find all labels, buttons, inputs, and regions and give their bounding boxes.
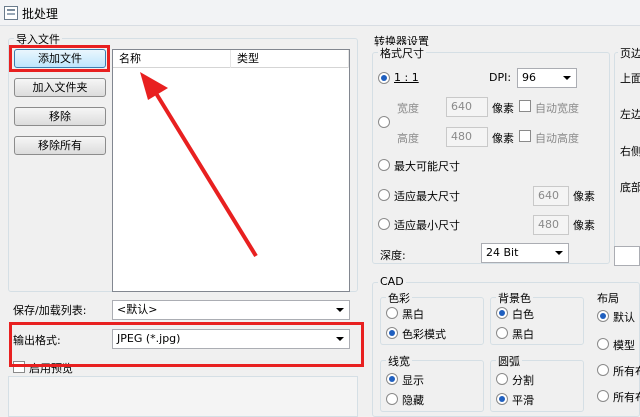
- bw-label: 黑白: [402, 308, 424, 321]
- highlight-add-file: [9, 45, 110, 72]
- width-input[interactable]: 640: [446, 97, 488, 117]
- preset-label: 保存/加载列表:: [13, 304, 87, 317]
- white-label: 白色: [512, 308, 534, 321]
- fit-min-input[interactable]: 480: [533, 215, 569, 235]
- app-icon: [4, 6, 18, 20]
- color-label: 色彩: [386, 290, 412, 306]
- width-unit: 像素: [492, 102, 514, 115]
- margin-right-label: 右侧: [620, 145, 640, 158]
- color-mode-radio[interactable]: [386, 327, 398, 339]
- layout-all2-label: 所有布: [613, 391, 640, 404]
- dpi-select[interactable]: 96: [517, 68, 577, 88]
- depth-select[interactable]: 24 Bit: [481, 243, 569, 263]
- preset-value: <默认>: [117, 303, 158, 316]
- dpi-label: DPI:: [489, 71, 512, 84]
- remove-all-button[interactable]: 移除所有: [14, 136, 106, 155]
- auto-height-checkbox[interactable]: [519, 130, 531, 142]
- margin-bottom-label: 底部: [620, 181, 640, 194]
- preset-select[interactable]: <默认>: [112, 300, 350, 320]
- auto-width-label: 自动宽度: [535, 102, 579, 115]
- fit-min-unit: 像素: [573, 219, 595, 232]
- show-radio[interactable]: [386, 373, 398, 385]
- margins-label: 页边: [618, 45, 640, 61]
- margin-left-label: 左边: [620, 108, 640, 121]
- height-label: 高度: [397, 132, 419, 145]
- layout-label: 布局: [597, 292, 619, 305]
- file-list-header: 名称 类型: [113, 50, 349, 68]
- linewidth-label: 线宽: [386, 353, 412, 369]
- ratio-label: 1 : 1: [394, 71, 419, 84]
- layout-default-label: 默认: [613, 311, 635, 324]
- hide-radio[interactable]: [386, 393, 398, 405]
- window-title: 批处理: [22, 7, 59, 21]
- smooth-radio[interactable]: [496, 393, 508, 405]
- chevron-down-icon: [555, 251, 563, 255]
- color-mode-label: 色彩模式: [402, 328, 446, 341]
- chevron-down-icon: [336, 308, 344, 312]
- black-radio[interactable]: [496, 327, 508, 339]
- segment-label: 分割: [512, 374, 534, 387]
- hide-label: 隐藏: [402, 394, 424, 407]
- layout-model-label: 模型: [613, 339, 635, 352]
- ratio-radio[interactable]: [378, 72, 390, 84]
- auto-height-label: 自动高度: [535, 132, 579, 145]
- fit-max-unit: 像素: [573, 190, 595, 203]
- width-label: 宽度: [397, 102, 419, 115]
- max-possible-radio[interactable]: [378, 159, 390, 171]
- fit-max-radio[interactable]: [378, 189, 390, 201]
- layout-all1-label: 所有布: [613, 365, 640, 378]
- annotation-arrow-icon: [140, 72, 258, 258]
- margin-input[interactable]: [614, 246, 640, 266]
- background-label: 背景色: [496, 290, 533, 306]
- black-label: 黑白: [512, 328, 534, 341]
- show-label: 显示: [402, 374, 424, 387]
- bw-radio[interactable]: [386, 307, 398, 319]
- custom-size-radio[interactable]: [378, 116, 390, 128]
- preview-area: [8, 376, 358, 417]
- fit-min-radio[interactable]: [378, 218, 390, 230]
- depth-label: 深度:: [380, 249, 406, 262]
- chevron-down-icon: [563, 76, 571, 80]
- layout-model-radio[interactable]: [597, 338, 609, 350]
- highlight-output-format: [9, 322, 364, 367]
- add-folder-button[interactable]: 加入文件夹: [14, 78, 106, 97]
- layout-all1-radio[interactable]: [597, 364, 609, 376]
- segment-radio[interactable]: [496, 373, 508, 385]
- column-name[interactable]: 名称: [113, 50, 231, 68]
- fit-max-label: 适应最大尺寸: [394, 190, 460, 203]
- fit-max-input[interactable]: 640: [533, 186, 569, 206]
- arc-label: 圆弧: [496, 353, 522, 369]
- title-bar: [0, 0, 640, 26]
- margin-top-label: 上面: [620, 72, 640, 85]
- smooth-label: 平滑: [512, 394, 534, 407]
- layout-all2-radio[interactable]: [597, 390, 609, 402]
- max-possible-label: 最大可能尺寸: [394, 160, 460, 173]
- height-input[interactable]: 480: [446, 127, 488, 147]
- dpi-value: 96: [522, 71, 536, 84]
- format-size-label: 格式尺寸: [378, 45, 426, 61]
- depth-value: 24 Bit: [486, 246, 519, 259]
- layout-default-radio[interactable]: [597, 310, 609, 322]
- column-type[interactable]: 类型: [231, 50, 349, 68]
- auto-width-checkbox[interactable]: [519, 100, 531, 112]
- cad-group-label: CAD: [378, 275, 406, 288]
- height-unit: 像素: [492, 132, 514, 145]
- remove-button[interactable]: 移除: [14, 107, 106, 126]
- fit-min-label: 适应最小尺寸: [394, 219, 460, 232]
- white-radio[interactable]: [496, 307, 508, 319]
